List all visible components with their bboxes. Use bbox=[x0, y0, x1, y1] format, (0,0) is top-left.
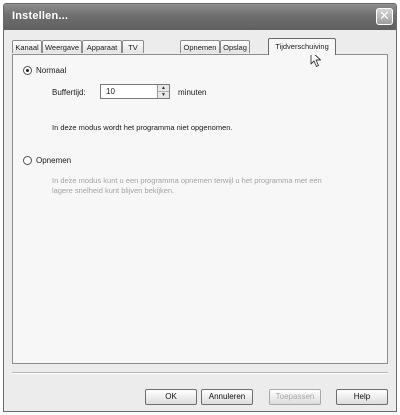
tab-apparaat[interactable]: Apparaat bbox=[82, 40, 122, 53]
radio-opnemen[interactable] bbox=[23, 156, 32, 165]
spinner-arrows: ▲ ▼ bbox=[157, 85, 169, 98]
radio-opnemen-label: Opnemen bbox=[36, 156, 72, 165]
radio-normaal-row[interactable]: Normaal bbox=[23, 66, 66, 75]
close-icon: ✕ bbox=[379, 8, 390, 23]
radio-normaal[interactable] bbox=[23, 66, 32, 75]
buffer-time-value[interactable]: 10 bbox=[106, 87, 115, 96]
apply-button[interactable]: Toepassen bbox=[269, 389, 321, 405]
buffer-time-spinner[interactable]: 10 ▲ ▼ bbox=[100, 84, 170, 99]
footer-separator bbox=[12, 372, 388, 374]
tab-tijdverschuiving[interactable]: Tijdverschuiving bbox=[268, 38, 336, 55]
normal-mode-description: In deze modus wordt het programma niet o… bbox=[52, 123, 233, 132]
help-button[interactable]: Help bbox=[336, 389, 388, 405]
radio-opnemen-row[interactable]: Opnemen bbox=[23, 156, 71, 165]
spin-up-icon[interactable]: ▲ bbox=[158, 85, 169, 92]
radio-normaal-label: Normaal bbox=[36, 66, 67, 75]
tab-tv[interactable]: TV bbox=[122, 40, 144, 53]
settings-dialog: Instellen... ✕ Kanaal Weergave Apparaat … bbox=[3, 3, 397, 412]
tab-opnemen[interactable]: Opnemen bbox=[180, 40, 220, 53]
ok-button[interactable]: OK bbox=[145, 389, 197, 405]
tab-strip: Kanaal Weergave Apparaat TV Opnemen Opsl… bbox=[12, 38, 388, 55]
title-bar: Instellen... ✕ bbox=[4, 4, 396, 30]
dialog-title: Instellen... bbox=[12, 10, 69, 22]
buffer-time-unit: minuten bbox=[178, 88, 207, 97]
spin-down-icon[interactable]: ▼ bbox=[158, 92, 169, 98]
close-button[interactable]: ✕ bbox=[376, 8, 393, 25]
record-mode-description-line2: lagere snelheid kunt blijven bekijken. bbox=[52, 186, 175, 195]
record-mode-description-line1: In deze modus kunt u een programma opnem… bbox=[52, 176, 322, 185]
buffer-time-label: Buffertijd: bbox=[52, 88, 86, 97]
tab-opslag[interactable]: Opslag bbox=[220, 40, 250, 53]
tab-panel-tijdverschuiving: Normaal Buffertijd: 10 ▲ ▼ minuten In de… bbox=[12, 54, 388, 364]
tab-kanaal[interactable]: Kanaal bbox=[12, 40, 42, 53]
cancel-button[interactable]: Annuleren bbox=[201, 389, 253, 405]
tab-weergave[interactable]: Weergave bbox=[42, 40, 82, 53]
